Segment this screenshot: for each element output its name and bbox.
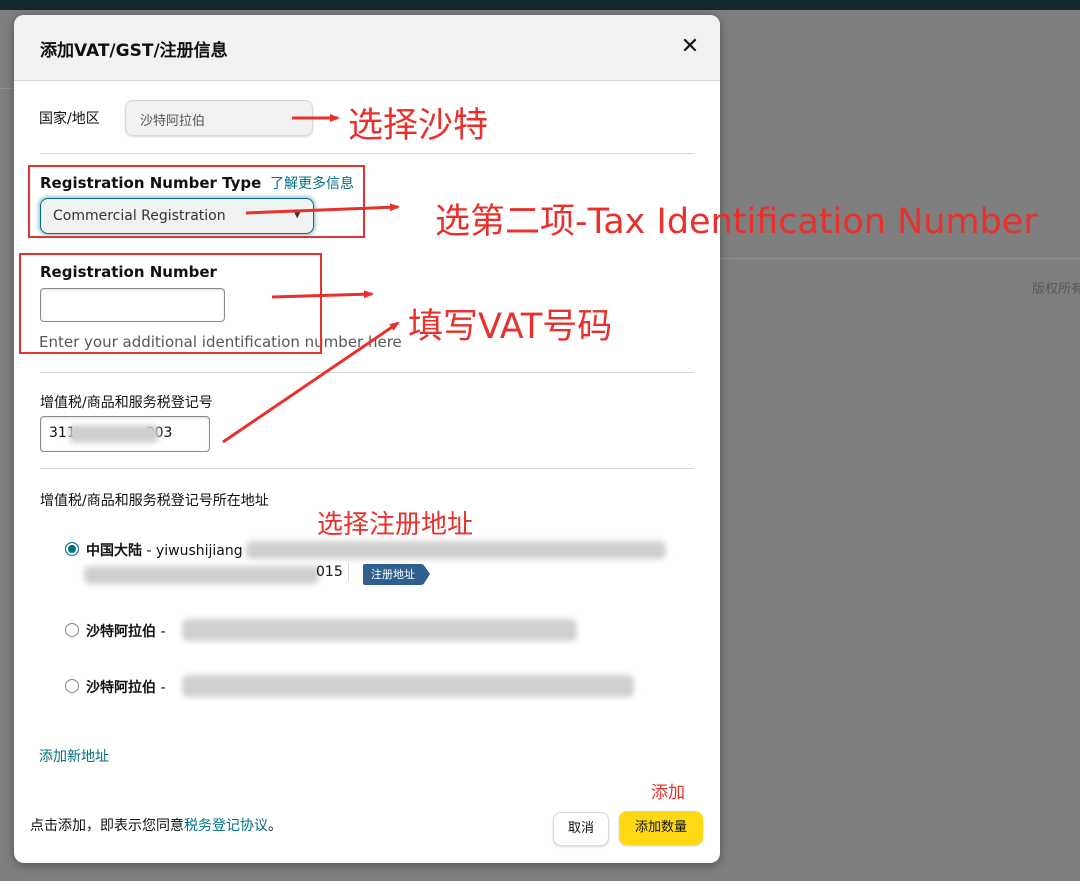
annotation-fill-vat: 填写VAT号码 — [408, 307, 613, 347]
arrow-to-type — [245, 203, 400, 215]
annotation-select-second-option: 选第二项-Tax Identification Number — [435, 202, 1038, 242]
arrow-to-number — [271, 290, 374, 299]
annotation-arrows — [222, 114, 400, 444]
annotation-select-saudi: 选择沙特 — [348, 106, 489, 146]
annotation-add: 添加 — [651, 783, 685, 803]
annotation-select-address: 选择注册地址 — [317, 510, 474, 540]
arrow-from-vat — [222, 321, 400, 444]
